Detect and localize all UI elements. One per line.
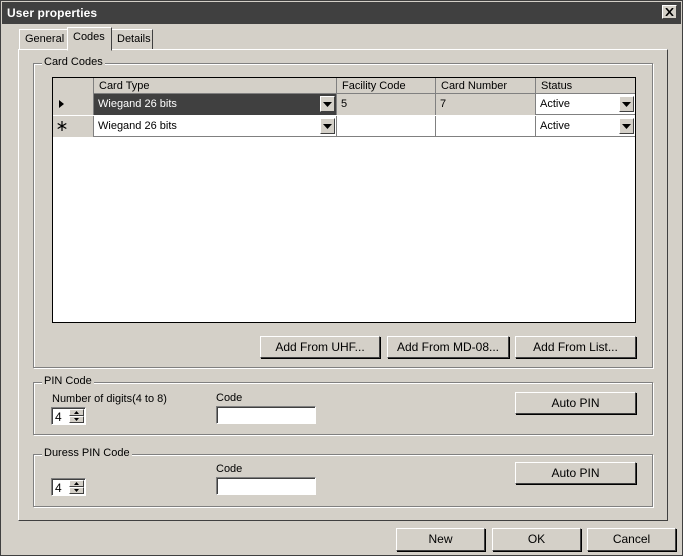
chevron-down-icon	[323, 101, 332, 107]
tab-general[interactable]: General	[19, 29, 68, 50]
current-row-arrow-icon	[59, 100, 64, 108]
spin-up-button[interactable]	[69, 480, 84, 487]
add-from-uhf-button[interactable]: Add From UHF...	[260, 336, 380, 358]
spin-up-icon	[74, 411, 79, 414]
card-number-cell[interactable]	[436, 116, 536, 137]
grid-corner	[53, 78, 94, 94]
card-number-cell[interactable]: 7	[436, 94, 536, 115]
card-type-value: Wiegand 26 bits	[98, 120, 177, 132]
new-button[interactable]: New	[396, 528, 485, 551]
pin-code-legend: PIN Code	[42, 375, 94, 387]
new-row-asterisk-icon	[57, 121, 67, 131]
tab-details-label: Details	[117, 33, 151, 45]
pin-digits-stepper[interactable]: 4	[51, 407, 86, 425]
column-header-status[interactable]: Status	[536, 78, 635, 94]
card-codes-grid[interactable]: Card Type Facility Code Card Number Stat…	[52, 77, 636, 323]
cancel-button[interactable]: Cancel	[587, 528, 676, 551]
column-header-facility-code[interactable]: Facility Code	[337, 78, 436, 94]
ok-button[interactable]: OK	[492, 528, 581, 551]
card-type-dropdown-button[interactable]	[320, 118, 335, 134]
spin-up-button[interactable]	[69, 409, 84, 416]
spin-up-icon	[74, 482, 79, 485]
row-selector[interactable]	[53, 94, 94, 115]
tab-codes-label: Codes	[73, 31, 105, 43]
status-dropdown-button[interactable]	[619, 96, 634, 112]
card-type-value: Wiegand 26 bits	[98, 98, 177, 110]
spin-buttons	[69, 480, 84, 495]
close-icon	[665, 8, 674, 16]
card-type-dropdown-button[interactable]	[320, 96, 335, 112]
chevron-down-icon	[622, 101, 631, 107]
card-type-combo[interactable]: Wiegand 26 bits	[94, 116, 337, 137]
table-row[interactable]: Wiegand 26 bits Active	[53, 116, 635, 137]
title-bar[interactable]: User properties	[2, 2, 681, 24]
spin-down-icon	[74, 489, 79, 492]
tab-general-label: General	[25, 33, 65, 45]
card-type-combo[interactable]: Wiegand 26 bits	[94, 94, 337, 115]
facility-code-cell[interactable]	[337, 116, 436, 137]
status-combo[interactable]: Active	[536, 116, 635, 137]
status-dropdown-button[interactable]	[619, 118, 634, 134]
column-header-card-number[interactable]: Card Number	[436, 78, 536, 94]
status-value: Active	[540, 98, 570, 110]
row-selector[interactable]	[53, 116, 94, 137]
tab-codes[interactable]: Codes	[67, 27, 112, 51]
pin-digits-label: Number of digits(4 to 8)	[52, 393, 167, 405]
chevron-down-icon	[323, 123, 332, 129]
spin-down-icon	[74, 418, 79, 421]
spin-down-button[interactable]	[69, 416, 84, 423]
pin-code-input[interactable]	[216, 406, 316, 424]
close-button[interactable]	[662, 5, 677, 19]
user-properties-dialog: User properties General Codes Details Ca…	[0, 0, 683, 556]
pin-digits-value: 4	[55, 410, 62, 424]
status-value: Active	[540, 120, 570, 132]
pin-code-label: Code	[216, 392, 243, 404]
card-codes-legend: Card Codes	[42, 56, 105, 68]
status-combo[interactable]: Active	[536, 94, 635, 115]
duress-pin-legend: Duress PIN Code	[42, 447, 132, 459]
duress-auto-pin-button[interactable]: Auto PIN	[515, 462, 636, 484]
table-row[interactable]: Wiegand 26 bits 5 7 Active	[53, 94, 635, 115]
duress-code-input[interactable]	[216, 477, 316, 495]
facility-code-cell[interactable]: 5	[337, 94, 436, 115]
duress-digits-stepper[interactable]: 4	[51, 478, 86, 496]
tab-details[interactable]: Details	[111, 29, 153, 50]
spin-down-button[interactable]	[69, 487, 84, 494]
duress-code-label: Code	[216, 463, 243, 475]
duress-digits-value: 4	[55, 481, 62, 495]
column-header-card-type[interactable]: Card Type	[94, 78, 337, 94]
add-from-md08-button[interactable]: Add From MD-08...	[387, 336, 509, 358]
grid-header-row: Card Type Facility Code Card Number Stat…	[53, 78, 635, 94]
spin-buttons	[69, 409, 84, 424]
window-title: User properties	[7, 6, 98, 20]
chevron-down-icon	[622, 123, 631, 129]
auto-pin-button[interactable]: Auto PIN	[515, 392, 636, 414]
add-from-list-button[interactable]: Add From List...	[515, 336, 636, 358]
